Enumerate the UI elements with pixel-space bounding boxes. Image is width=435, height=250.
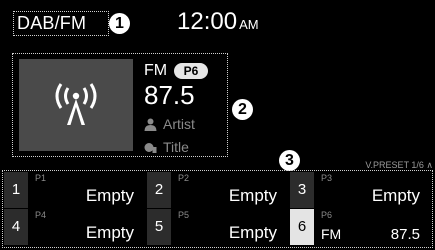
preset-label: P5 — [178, 210, 190, 220]
preset-value: 87.5 — [390, 226, 420, 243]
preset-value: Empty — [228, 223, 277, 242]
preset-value: Empty — [371, 186, 420, 205]
preset-value: Empty — [228, 186, 277, 205]
preset-button-6[interactable]: 6 P6 FM 87.5 — [290, 209, 432, 246]
preset-band: FM — [321, 226, 342, 242]
preset-number: 1 — [4, 172, 28, 208]
preset-list: 1 P1 Empty 2 P2 Empty 3 P3 Empty 4 P4 Em… — [4, 172, 432, 246]
preset-button-1[interactable]: 1 P1 Empty — [4, 172, 146, 209]
radio-antenna-icon — [55, 83, 97, 125]
preset-button-3[interactable]: 3 P3 Empty — [290, 172, 432, 209]
preset-button-2[interactable]: 2 P2 Empty — [147, 172, 289, 209]
preset-label: P3 — [321, 173, 333, 183]
artist-row: Artist — [144, 116, 195, 132]
frequency: 87.5 — [144, 80, 195, 110]
clock: 12:00 AM — [177, 8, 259, 39]
preset-number: 6 — [290, 209, 314, 245]
preset-value: Empty — [85, 186, 134, 205]
preset-label: P4 — [35, 210, 47, 220]
preset-badge: P6 — [174, 63, 208, 79]
mode-label[interactable]: DAB/FM — [13, 11, 109, 36]
now-playing-panel[interactable]: FM P6 87.5 Artist Title — [12, 53, 228, 157]
band-label: FM — [144, 62, 168, 79]
preset-value: Empty — [85, 223, 134, 242]
preset-button-5[interactable]: 5 P5 Empty — [147, 209, 289, 246]
callout-1: 1 — [109, 13, 130, 34]
preset-label: P1 — [35, 173, 47, 183]
clock-ampm: AM — [239, 17, 259, 32]
callout-2: 2 — [232, 99, 253, 120]
preset-number: 4 — [4, 209, 28, 245]
title-row: Title — [144, 139, 189, 155]
preset-number: 2 — [147, 172, 171, 208]
callout-3: 3 — [279, 150, 300, 171]
preset-number: 5 — [147, 209, 171, 245]
title-text: Title — [163, 139, 189, 155]
person-icon — [144, 118, 157, 131]
preset-number: 3 — [290, 172, 314, 208]
radio-screen: DAB/FM 1 12:00 AM FM P6 87.5 Artist Titl… — [0, 0, 435, 250]
artist-text: Artist — [163, 116, 195, 132]
preset-button-4[interactable]: 4 P4 Empty — [4, 209, 146, 246]
preset-label: P2 — [178, 173, 190, 183]
clock-time: 12:00 — [177, 8, 238, 35]
music-note-icon — [144, 143, 157, 153]
preset-label: P6 — [321, 210, 333, 220]
station-art — [19, 59, 133, 151]
